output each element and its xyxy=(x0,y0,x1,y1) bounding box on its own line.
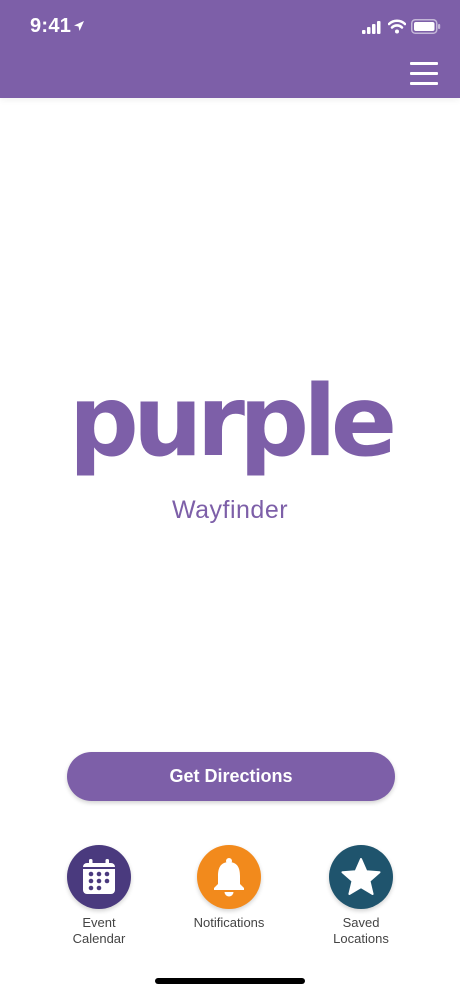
saved-locations-tile[interactable]: Saved Locations xyxy=(301,845,421,947)
location-arrow-icon xyxy=(74,21,84,31)
notifications-tile[interactable]: Notifications xyxy=(169,845,289,931)
status-time: 9:41 xyxy=(30,15,72,37)
menu-bar-top xyxy=(410,62,438,65)
notifications-label: Notifications xyxy=(193,915,265,930)
menu-button[interactable] xyxy=(406,58,442,88)
calendar-icon-circle xyxy=(67,845,131,909)
saved-locations-label: Saved Locations xyxy=(333,915,389,946)
menu-bar-bottom xyxy=(410,82,438,85)
bell-icon-circle xyxy=(197,845,261,909)
star-icon xyxy=(341,858,381,895)
home-indicator[interactable] xyxy=(155,978,305,984)
battery-icon xyxy=(411,19,441,34)
app-header: 9:41 xyxy=(0,0,460,98)
calendar-icon xyxy=(83,859,115,894)
purple-logo: purple xyxy=(68,365,397,479)
event-calendar-label: Event Calendar xyxy=(72,915,126,946)
get-directions-button[interactable]: Get Directions xyxy=(67,752,395,801)
logo-subtitle: Wayfinder xyxy=(171,496,289,524)
wifi-icon xyxy=(388,19,406,34)
bell-icon xyxy=(214,858,244,897)
menu-bar-middle xyxy=(410,72,438,75)
star-icon-circle xyxy=(329,845,393,909)
event-calendar-tile[interactable]: Event Calendar xyxy=(39,845,159,947)
cellular-signal-icon xyxy=(362,21,381,34)
